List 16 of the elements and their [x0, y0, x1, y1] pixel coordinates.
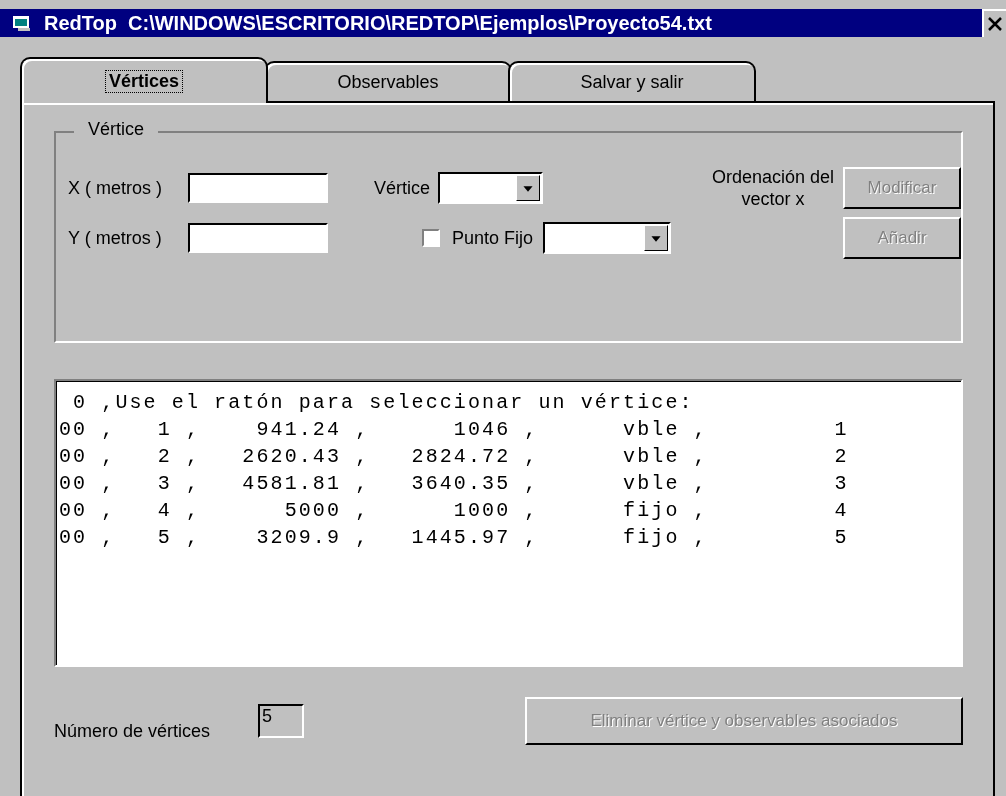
list-line[interactable]: 00 , 5 , 3209.9 , 1445.97 , fijo , 5 — [59, 524, 958, 551]
list-line[interactable]: 00 , 3 , 4581.81 , 3640.35 , vble , 3 — [59, 470, 958, 497]
count-label: Número de vértices — [54, 720, 211, 742]
list-line[interactable]: 00 , 1 , 941.24 , 1046 , vble , 1 — [59, 416, 958, 443]
field-label: X ( metros ) — [68, 177, 163, 199]
tab[interactable]: Vértices — [20, 57, 268, 103]
tab[interactable]: Salvar y salir — [508, 61, 756, 101]
checkbox-label: Punto Fijo — [451, 227, 533, 249]
list-line[interactable]: 0 ,Use el ratón para seleccionar un vértice: — [59, 389, 958, 416]
list-line[interactable]: 00 , 2 , 2620.43 , 2824.72 , vble , 2 — [59, 443, 958, 470]
window-title: RedTop C:\WINDOWS\ESCRITORIO\REDTOP\Ejemplos\Proyecto54.txt — [44, 11, 713, 35]
field-label: Ordenación del vector x — [710, 166, 836, 210]
field-label: Y ( metros ) — [68, 227, 163, 249]
count-field: 5 — [258, 704, 305, 738]
list-line[interactable]: 00 , 4 , 5000 , 1000 , fijo , 4 — [59, 497, 958, 524]
field-label: Vértice — [374, 177, 431, 199]
